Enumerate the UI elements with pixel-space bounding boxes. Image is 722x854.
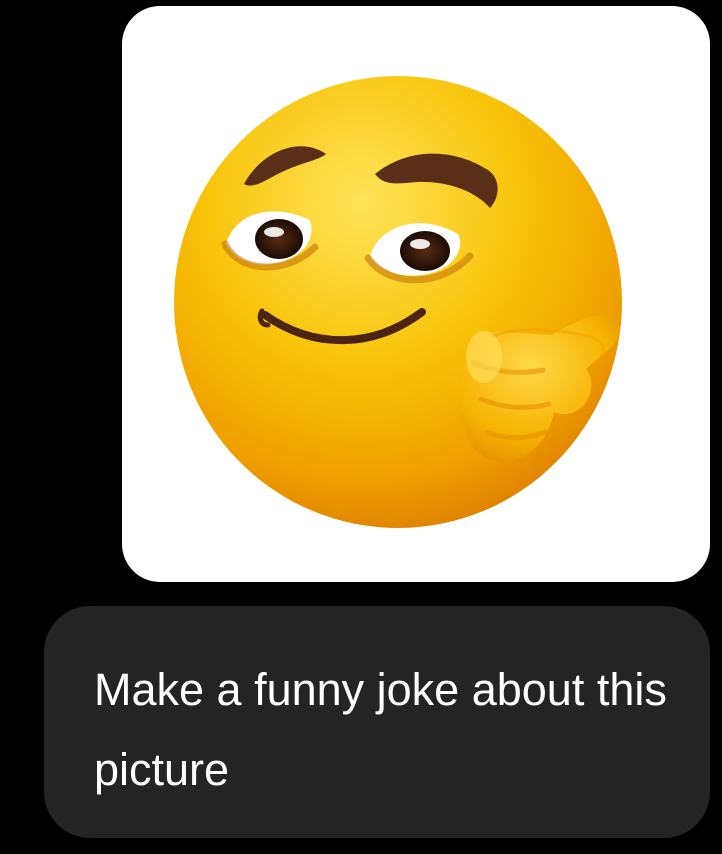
- image-message-bubble[interactable]: [122, 6, 710, 582]
- left-eye-pupil: [255, 219, 303, 259]
- emoji-face: [174, 76, 622, 528]
- smirk-pointing-emoji-icon: [174, 76, 622, 528]
- right-eye-pupil: [400, 231, 450, 271]
- message-text: Make a funny joke about this picture: [94, 664, 667, 795]
- text-message-bubble[interactable]: Make a funny joke about this picture: [44, 606, 710, 838]
- chat-screen: Make a funny joke about this picture: [0, 0, 722, 854]
